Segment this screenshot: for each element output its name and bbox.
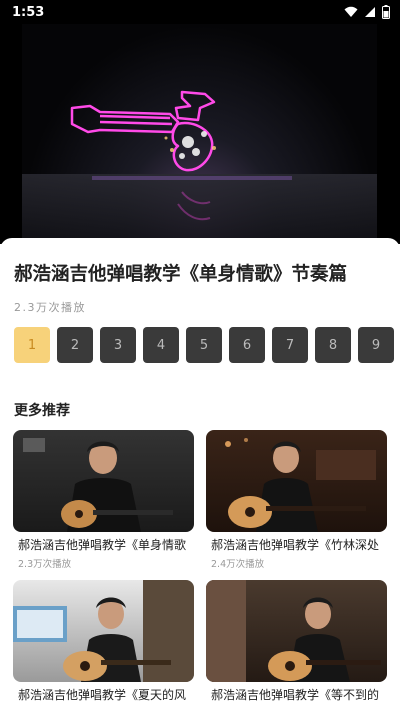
episode-button-2[interactable]: 2 bbox=[57, 327, 93, 363]
episode-button-6[interactable]: 6 bbox=[229, 327, 265, 363]
episode-button-8[interactable]: 8 bbox=[315, 327, 351, 363]
episode-button-3[interactable]: 3 bbox=[100, 327, 136, 363]
signal-icon bbox=[365, 7, 375, 17]
card-views: 2.4万次播放 bbox=[211, 559, 265, 570]
video-thumbnail bbox=[206, 430, 387, 532]
card-caption: 郝浩涵吉他弹唱教学《夏天的风 bbox=[18, 688, 187, 702]
episode-button-1[interactable]: 1 bbox=[14, 327, 50, 363]
system-icons bbox=[344, 5, 390, 19]
battery-icon bbox=[382, 5, 390, 19]
section-title: 更多推荐 bbox=[14, 403, 70, 419]
recommend-card[interactable]: 郝浩涵吉他弹唱教学《竹林深处 2.4万次播放 bbox=[206, 430, 387, 570]
episode-button-4[interactable]: 4 bbox=[143, 327, 179, 363]
status-bar: 1:53 bbox=[0, 0, 400, 24]
video-thumbnail bbox=[206, 580, 387, 682]
neon-guitar-graphic bbox=[70, 90, 292, 221]
recommend-card[interactable]: 郝浩涵吉他弹唱教学《夏天的风 bbox=[13, 580, 194, 703]
card-caption: 郝浩涵吉他弹唱教学《竹林深处 bbox=[211, 538, 380, 552]
status-time: 1:53 bbox=[12, 4, 45, 20]
card-views: 2.3万次播放 bbox=[18, 559, 72, 570]
play-count: 2.3万次播放 bbox=[14, 301, 86, 314]
guitarist-thumbnail-graphic bbox=[23, 438, 173, 532]
guitarist-thumbnail-graphic bbox=[225, 438, 376, 532]
recommend-card[interactable]: 郝浩涵吉他弹唱教学《等不到的 bbox=[206, 580, 387, 703]
video-title: 郝浩涵吉他弹唱教学《单身情歌》节奏篇 bbox=[14, 264, 348, 285]
card-caption: 郝浩涵吉他弹唱教学《单身情歌 bbox=[18, 538, 187, 552]
wifi-icon bbox=[344, 6, 358, 17]
card-caption: 郝浩涵吉他弹唱教学《等不到的 bbox=[211, 688, 380, 702]
episode-button-9[interactable]: 9 bbox=[358, 327, 394, 363]
video-thumbnail bbox=[13, 430, 194, 532]
guitarist-thumbnail-graphic bbox=[206, 580, 381, 682]
episode-button-7[interactable]: 7 bbox=[272, 327, 308, 363]
episode-button-5[interactable]: 5 bbox=[186, 327, 222, 363]
episode-list: 1 2 3 4 5 6 7 8 9 bbox=[14, 327, 400, 363]
video-player[interactable] bbox=[0, 24, 400, 244]
guitarist-thumbnail-graphic bbox=[13, 580, 194, 682]
recommend-card[interactable]: 郝浩涵吉他弹唱教学《单身情歌 2.3万次播放 bbox=[13, 430, 194, 570]
video-thumbnail bbox=[13, 580, 194, 682]
